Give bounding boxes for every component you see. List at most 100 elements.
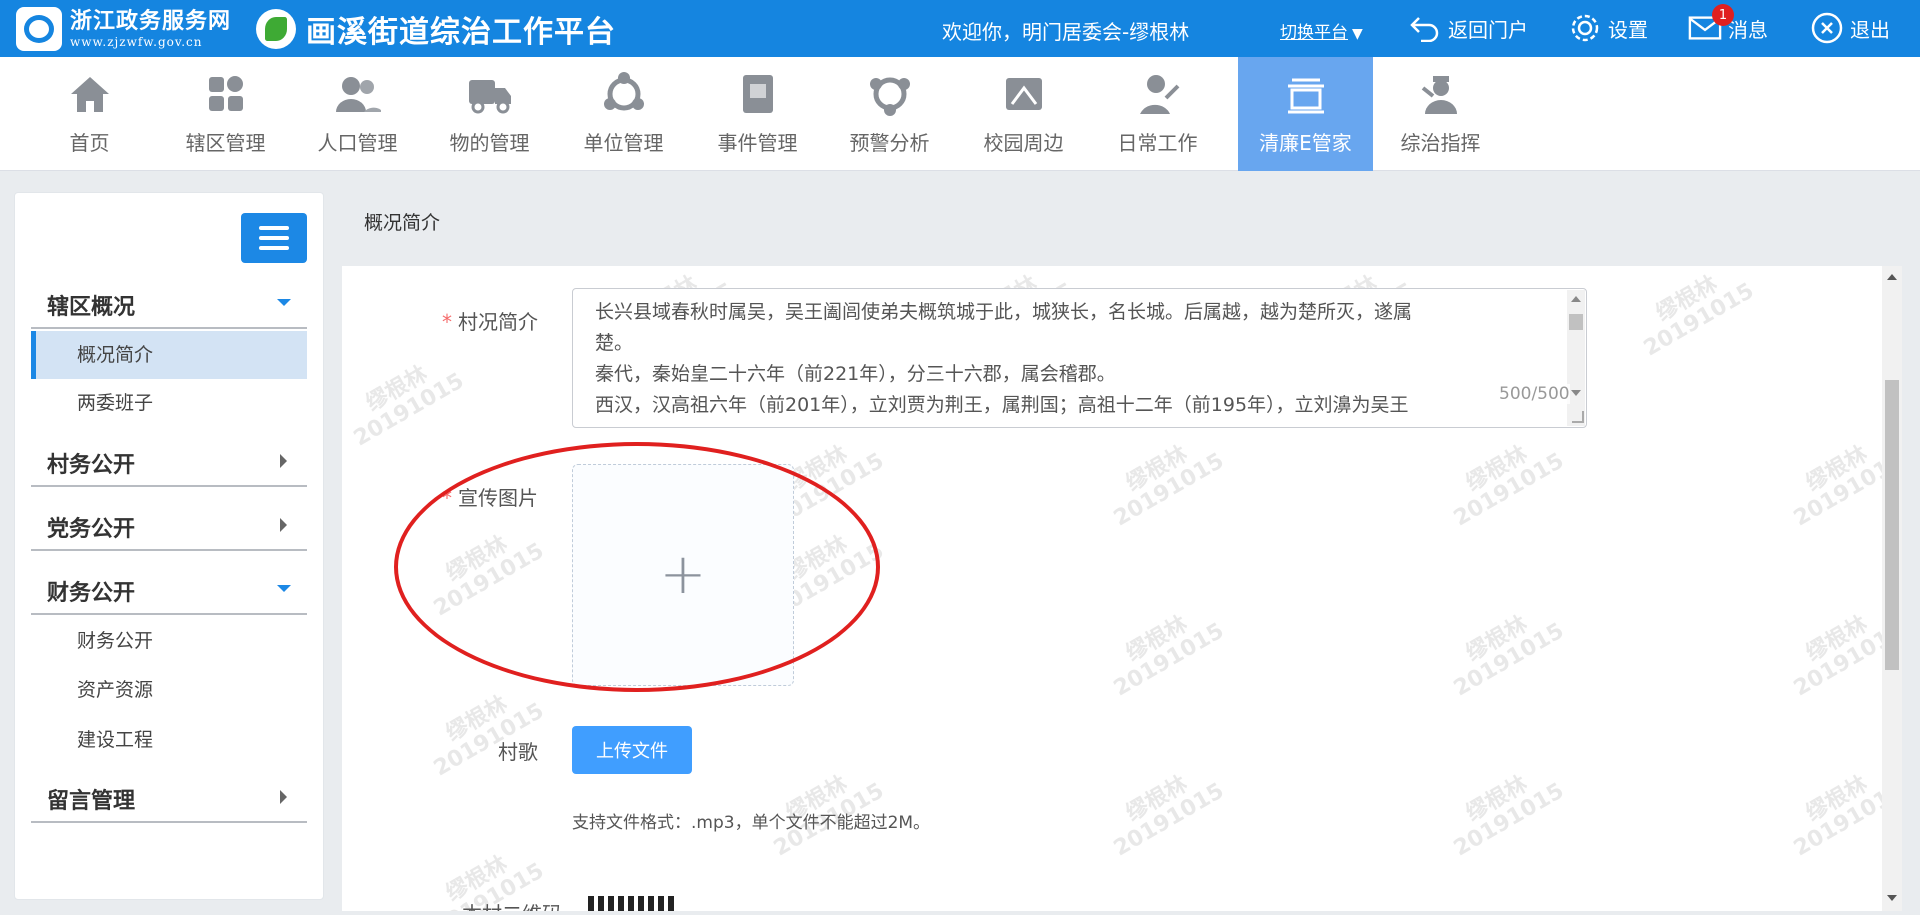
watermark-date: 20191015 [349, 368, 469, 452]
brand-name: 浙江政务服务网 [70, 9, 232, 34]
sidebar-group-finance[interactable]: 财务公开 [31, 563, 307, 615]
network-icon [599, 69, 649, 119]
nav-item-6[interactable]: 事件管理 [690, 57, 825, 171]
watermark-date: 20191015 [1109, 778, 1229, 862]
sidebar: 辖区概况 概况简介 两委班子 村务公开 党务公开 财务公开 财务公开 资产资源 … [14, 192, 324, 900]
settings-button[interactable]: 设置 [1568, 10, 1648, 46]
watermark-date: 20191015 [1789, 778, 1882, 862]
sidebar-group-party-affairs[interactable]: 党务公开 [31, 499, 307, 551]
intro-line: 长兴县域春秋时属吴，吴王阖闾使弟夫概筑城于此，城狭长，名长城。后属越，越为楚所灭… [595, 301, 1413, 323]
grid-icon [201, 69, 251, 119]
scroll-up-icon [1887, 274, 1897, 280]
sidebar-group-messages[interactable]: 留言管理 [31, 771, 307, 823]
home-icon [65, 69, 115, 119]
sidebar-group-title: 财务公开 [47, 581, 136, 606]
watermark-date: 20191015 [1109, 448, 1229, 532]
nav-item-11[interactable]: 综治指挥 [1373, 57, 1508, 171]
zjzwfw-brand[interactable]: 浙江政务服务网 www.zjzwfw.gov.cn [16, 7, 231, 51]
page-scrollbar[interactable] [1882, 266, 1902, 911]
sidebar-item-committees[interactable]: 两委班子 [31, 379, 307, 427]
nav-item-8[interactable]: 校园周边 [956, 57, 1091, 171]
watermark: 缪根林20191015 [418, 679, 549, 782]
message-count-badge: 1 [1712, 4, 1734, 26]
top-header: 浙江政务服务网 www.zjzwfw.gov.cn 画溪街道综治工作平台 欢迎你… [0, 0, 1920, 57]
truck-icon [465, 69, 515, 119]
nav-item-label: 物的管理 [449, 131, 530, 155]
watermark: 缪根林20191015 [1438, 599, 1569, 702]
back-portal-button[interactable]: 返回门户 [1408, 10, 1528, 46]
char-counter: 500/500 [1499, 384, 1570, 404]
main-nav: 首页 辖区管理 人口管理 物的管理 单位管理 事件管理 预警分析 校园周边 日常工作 清廉E管家 综… [0, 57, 1920, 171]
page-title: 概况简介 [364, 212, 441, 234]
sidebar-item-assets[interactable]: 资产资源 [31, 666, 307, 714]
watermark-name: 缪根林 [1122, 771, 1192, 827]
image-label: * 宣传图片 [442, 486, 538, 510]
sidebar-item-overview-intro[interactable]: 概况简介 [31, 331, 307, 379]
dropdown-caret-icon: ▼ [1352, 26, 1363, 42]
watermark-date: 20191015 [1449, 778, 1569, 862]
image-upload-box[interactable]: + [572, 464, 794, 686]
people-icon [333, 69, 383, 119]
alert-network-icon [865, 69, 915, 119]
nav-item-label: 清廉E管家 [1259, 131, 1352, 155]
sidebar-group-village-affairs[interactable]: 村务公开 [31, 435, 307, 487]
intro-textarea[interactable]: 长兴县域春秋时属吴，吴王阖闾使弟夫概筑城于此，城狭长，名长城。后属越，越为楚所灭… [572, 288, 1587, 428]
sidebar-group-title: 留言管理 [47, 789, 136, 814]
nav-item-9[interactable]: 日常工作 [1090, 57, 1225, 171]
caret-right-icon [280, 790, 287, 804]
gear-icon [1568, 11, 1602, 45]
nav-item-3[interactable]: 人口管理 [290, 57, 425, 171]
watermark: 缪根林20191015 [1438, 429, 1569, 532]
watermark-name: 缪根林 [442, 531, 512, 587]
platform-brand: 画溪街道综治工作平台 [256, 8, 616, 50]
watermark: 缪根林20191015 [1098, 599, 1229, 702]
watermark-name: 缪根林 [1462, 771, 1532, 827]
watermark-date: 20191015 [1789, 448, 1882, 532]
watermark: 缪根林20191015 [418, 519, 549, 622]
nav-item-7[interactable]: 预警分析 [822, 57, 957, 171]
textarea-scrollbar[interactable] [1567, 290, 1585, 426]
watermark-name: 缪根林 [1462, 611, 1532, 667]
brand-url: www.zjzwfw.gov.cn [70, 35, 203, 49]
nav-item-label: 人口管理 [317, 131, 398, 155]
scroll-down-icon [1887, 895, 1897, 901]
nav-item-2[interactable]: 辖区管理 [158, 57, 293, 171]
upload-hint: 支持文件格式：.mp3，单个文件不能超过2M。 [572, 813, 931, 833]
watermark-date: 20191015 [1789, 618, 1882, 702]
nav-item-label: 预警分析 [849, 131, 930, 155]
watermark: 缪根林20191015 [1778, 429, 1882, 532]
upload-file-button[interactable]: 上传文件 [572, 726, 692, 774]
watermark: 缪根林20191015 [1098, 429, 1229, 532]
watermark-date: 20191015 [1449, 618, 1569, 702]
welcome-text: 欢迎你，明门居委会-缪根林 [942, 20, 1190, 44]
nav-item-1[interactable]: 首页 [22, 57, 157, 171]
zjzwfw-logo-icon [16, 7, 62, 51]
sidebar-item-construction[interactable]: 建设工程 [31, 716, 307, 764]
sidebar-group-area-overview[interactable]: 辖区概况 [31, 277, 307, 329]
switch-platform-dropdown[interactable]: 切换平台 ▼ [1280, 18, 1363, 43]
watermark-date: 20191015 [429, 538, 549, 622]
watermark-date: 20191015 [1109, 618, 1229, 702]
intro-label: * 村况简介 [442, 310, 538, 334]
menu-toggle-button[interactable] [241, 213, 307, 263]
intro-line: 楚。 [595, 332, 634, 354]
watermark-name: 缪根林 [1652, 271, 1722, 327]
back-portal-label: 返回门户 [1448, 17, 1528, 42]
nav-item-10[interactable]: 清廉E管家 [1238, 57, 1373, 171]
watermark: 缪根林20191015 [1778, 759, 1882, 862]
nav-item-5[interactable]: 单位管理 [556, 57, 691, 171]
nav-item-4[interactable]: 物的管理 [422, 57, 557, 171]
caret-down-icon [277, 585, 291, 592]
switch-platform-label: 切换平台 [1280, 23, 1348, 43]
platform-logo-icon [256, 9, 296, 49]
sidebar-item-finance-public[interactable]: 财务公开 [31, 617, 307, 665]
resize-handle-icon[interactable] [1572, 411, 1584, 423]
worker-icon [1133, 69, 1183, 119]
logout-button[interactable]: 退出 [1810, 10, 1890, 46]
nav-item-label: 单位管理 [583, 131, 664, 155]
nav-item-label: 日常工作 [1117, 131, 1198, 155]
nav-item-label: 校园周边 [983, 131, 1064, 155]
sidebar-group-title: 辖区概况 [47, 295, 136, 320]
watermark: 缪根林20191015 [1778, 599, 1882, 702]
nav-item-label: 首页 [69, 131, 110, 155]
